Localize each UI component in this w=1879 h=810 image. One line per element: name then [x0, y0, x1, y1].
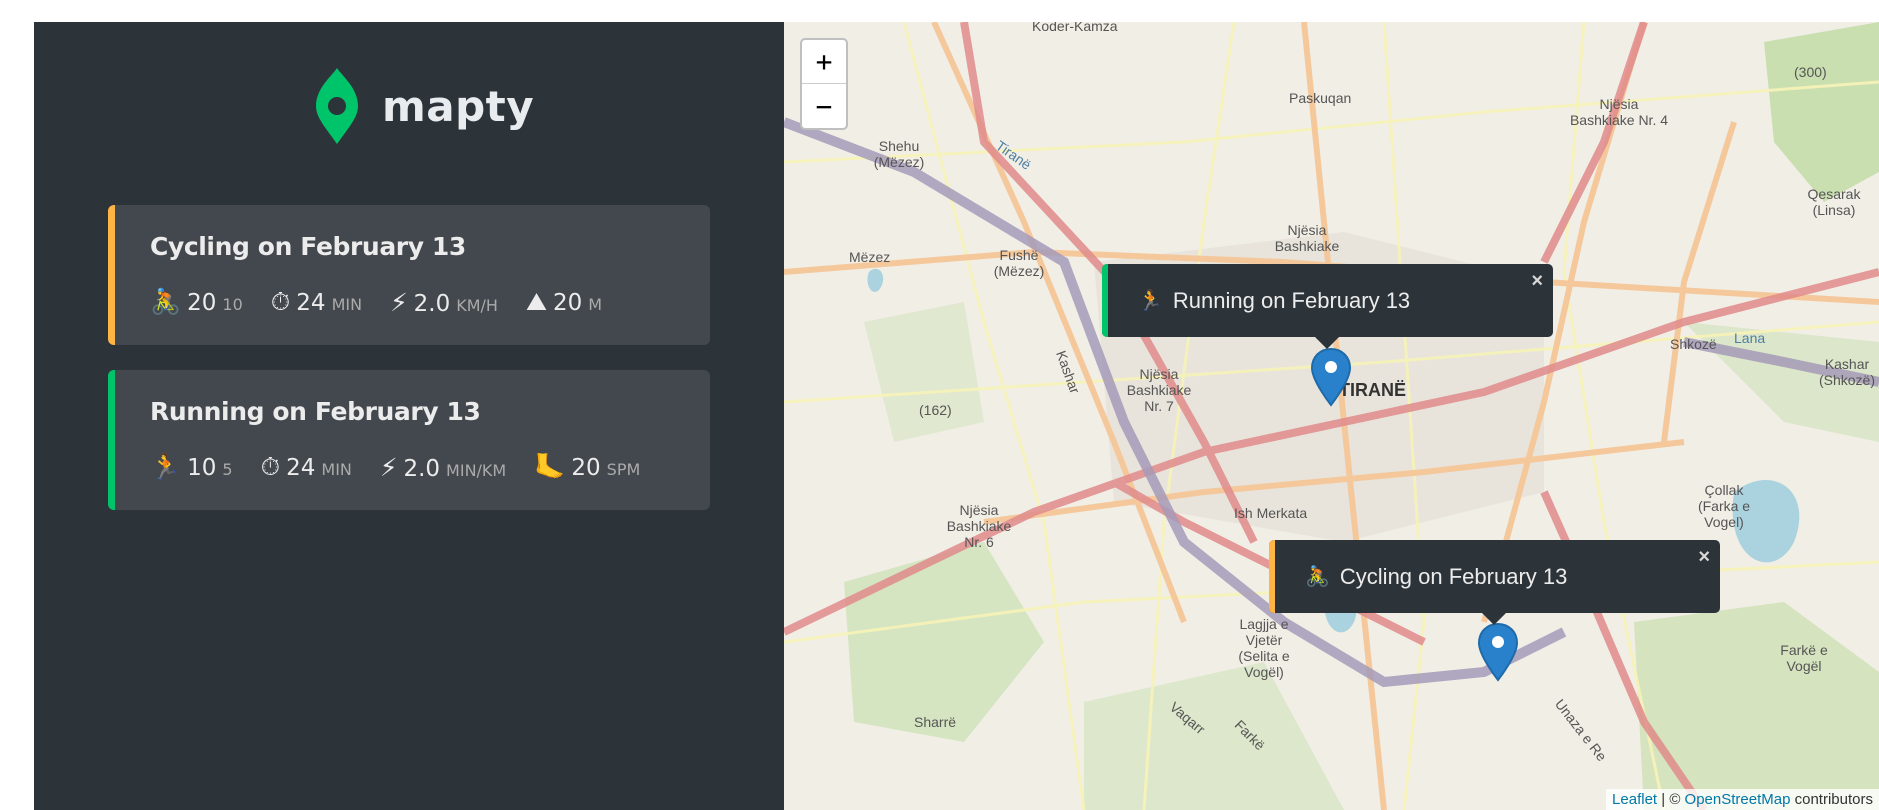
- stopwatch-icon: ⏱: [260, 452, 281, 481]
- attribution-separator: | ©: [1657, 791, 1685, 808]
- workout-title: Cycling on February 13: [150, 232, 466, 261]
- app-root: mapty Cycling on February 13 🚴 20 10 ⏱ 2…: [34, 22, 1879, 810]
- workout-detail-duration: ⏱ 24 min: [261, 452, 352, 482]
- place-label: Çollak (Farka e Vogel): [1697, 482, 1751, 530]
- place-label: Lana: [1734, 330, 1766, 346]
- place-label: Shehu (Mëzez): [873, 138, 925, 170]
- place-label: Qesarak (Linsa): [1807, 186, 1861, 218]
- place-label: Paskuqan: [1289, 90, 1352, 106]
- detail-value: 20: [552, 290, 583, 316]
- popup-close-button[interactable]: ×: [1698, 546, 1710, 569]
- detail-unit: spm: [606, 460, 641, 479]
- detail-value: 24: [286, 455, 316, 481]
- place-label: Njësia Bashkiake Nr. 4: [1569, 96, 1669, 128]
- brand-name: mapty: [382, 81, 535, 131]
- detail-value: 2.0: [413, 290, 451, 317]
- cycling-icon: 🚴: [150, 287, 182, 316]
- detail-unit: 10: [222, 295, 243, 314]
- detail-unit: m: [588, 295, 603, 314]
- osm-link[interactable]: OpenStreetMap: [1685, 791, 1791, 808]
- workout-detail-pace: ⚡ 2.0 min/km: [380, 453, 506, 482]
- popup-tip: [1481, 612, 1507, 625]
- popup-close-button[interactable]: ×: [1531, 270, 1543, 293]
- place-label: Njësia Bashkiake Nr. 7: [1126, 366, 1192, 414]
- workout-card-cycling[interactable]: Cycling on February 13 🚴 20 10 ⏱ 24 min …: [108, 205, 710, 345]
- place-label: Shkozë: [1670, 336, 1717, 352]
- detail-unit: km/h: [456, 295, 498, 315]
- stopwatch-icon: ⏱: [270, 287, 291, 316]
- place-label: (162): [919, 402, 952, 418]
- popup-text: Cycling on February 13: [1339, 563, 1568, 589]
- workout-detail-distance: 🏃 10 5: [150, 452, 233, 482]
- workout-title: Running on February 13: [150, 397, 481, 426]
- place-label: Sharrë: [914, 714, 957, 730]
- place-label: Lagjja e Vjetër (Selita e Vogël): [1238, 616, 1290, 680]
- foot-icon: 🦶: [534, 452, 566, 481]
- detail-value: 20: [571, 455, 601, 481]
- map-popup-running: 🏃 Running on February 13 ×: [1102, 264, 1553, 349]
- place-label: Njësia Bashkiake Nr. 6: [946, 502, 1012, 550]
- detail-value: 10: [187, 455, 217, 481]
- detail-value: 20: [187, 290, 217, 316]
- map[interactable]: Koder-Kamza Paskuqan Njësia Bashkiake Nr…: [784, 22, 1879, 810]
- map-popup-cycling: 🚴 Cycling on February 13 ×: [1269, 540, 1720, 625]
- cycling-icon: 🚴: [1305, 566, 1330, 588]
- popup-tip: [1314, 336, 1340, 349]
- sidebar: mapty Cycling on February 13 🚴 20 10 ⏱ 2…: [34, 22, 784, 810]
- map-pin-logo-icon: [316, 68, 358, 144]
- place-label: Njësia Bashkiake: [1274, 222, 1340, 254]
- detail-unit: 5: [222, 460, 233, 479]
- place-label: Farkë e Vogël: [1780, 642, 1828, 674]
- lightning-icon: ⚡: [379, 452, 398, 482]
- logo: mapty: [312, 66, 534, 146]
- running-icon: 🏃: [150, 452, 182, 481]
- detail-value: 2.0: [403, 455, 441, 482]
- detail-unit: min: [321, 460, 352, 479]
- zoom-control: + −: [800, 38, 848, 130]
- zoom-in-button[interactable]: +: [802, 40, 846, 84]
- attribution-suffix: contributors: [1790, 791, 1873, 808]
- workout-color-bar: [108, 370, 115, 510]
- workout-detail-elevation: ⛰ 20 m: [526, 287, 602, 317]
- detail-value: 24: [296, 290, 326, 316]
- mountain-icon: ⛰: [525, 287, 547, 316]
- popup-color-bar: [1269, 540, 1275, 613]
- map-marker-icon[interactable]: [1310, 347, 1352, 407]
- place-label: (300): [1794, 64, 1827, 80]
- workout-color-bar: [108, 205, 115, 345]
- workout-detail-duration: ⏱ 24 min: [271, 287, 362, 317]
- workout-detail-pace: ⚡ 2.0 km/h: [390, 288, 498, 317]
- place-label: Koder-Kamza: [1032, 22, 1118, 34]
- popup-text: Running on February 13: [1172, 287, 1411, 313]
- leaflet-link[interactable]: Leaflet: [1612, 791, 1657, 808]
- workout-details: 🏃 10 5 ⏱ 24 min ⚡ 2.0 min/km 🦶 20: [150, 452, 668, 482]
- workout-details: 🚴 20 10 ⏱ 24 min ⚡ 2.0 km/h ⛰ 20 m: [150, 287, 630, 317]
- zoom-out-button[interactable]: −: [802, 84, 846, 128]
- lightning-icon: ⚡: [390, 287, 408, 317]
- place-label: Kashar (Shkozë): [1818, 356, 1876, 388]
- place-label: Fushë (Mëzez): [993, 247, 1045, 279]
- place-label: Ish Merkata: [1234, 505, 1308, 521]
- detail-unit: min/km: [446, 460, 507, 480]
- workout-card-running[interactable]: Running on February 13 🏃 10 5 ⏱ 24 min ⚡…: [108, 370, 710, 510]
- workout-detail-speed: 🚴 20 10: [150, 287, 243, 317]
- map-attribution: Leaflet | © OpenStreetMap contributors: [1606, 789, 1879, 810]
- workout-detail-cadence: 🦶 20 spm: [534, 452, 640, 482]
- detail-unit: min: [331, 295, 363, 314]
- place-label: Mëzez: [849, 249, 891, 265]
- map-marker-icon[interactable]: [1477, 622, 1519, 682]
- popup-color-bar: [1102, 264, 1108, 337]
- running-icon: 🏃: [1138, 290, 1163, 312]
